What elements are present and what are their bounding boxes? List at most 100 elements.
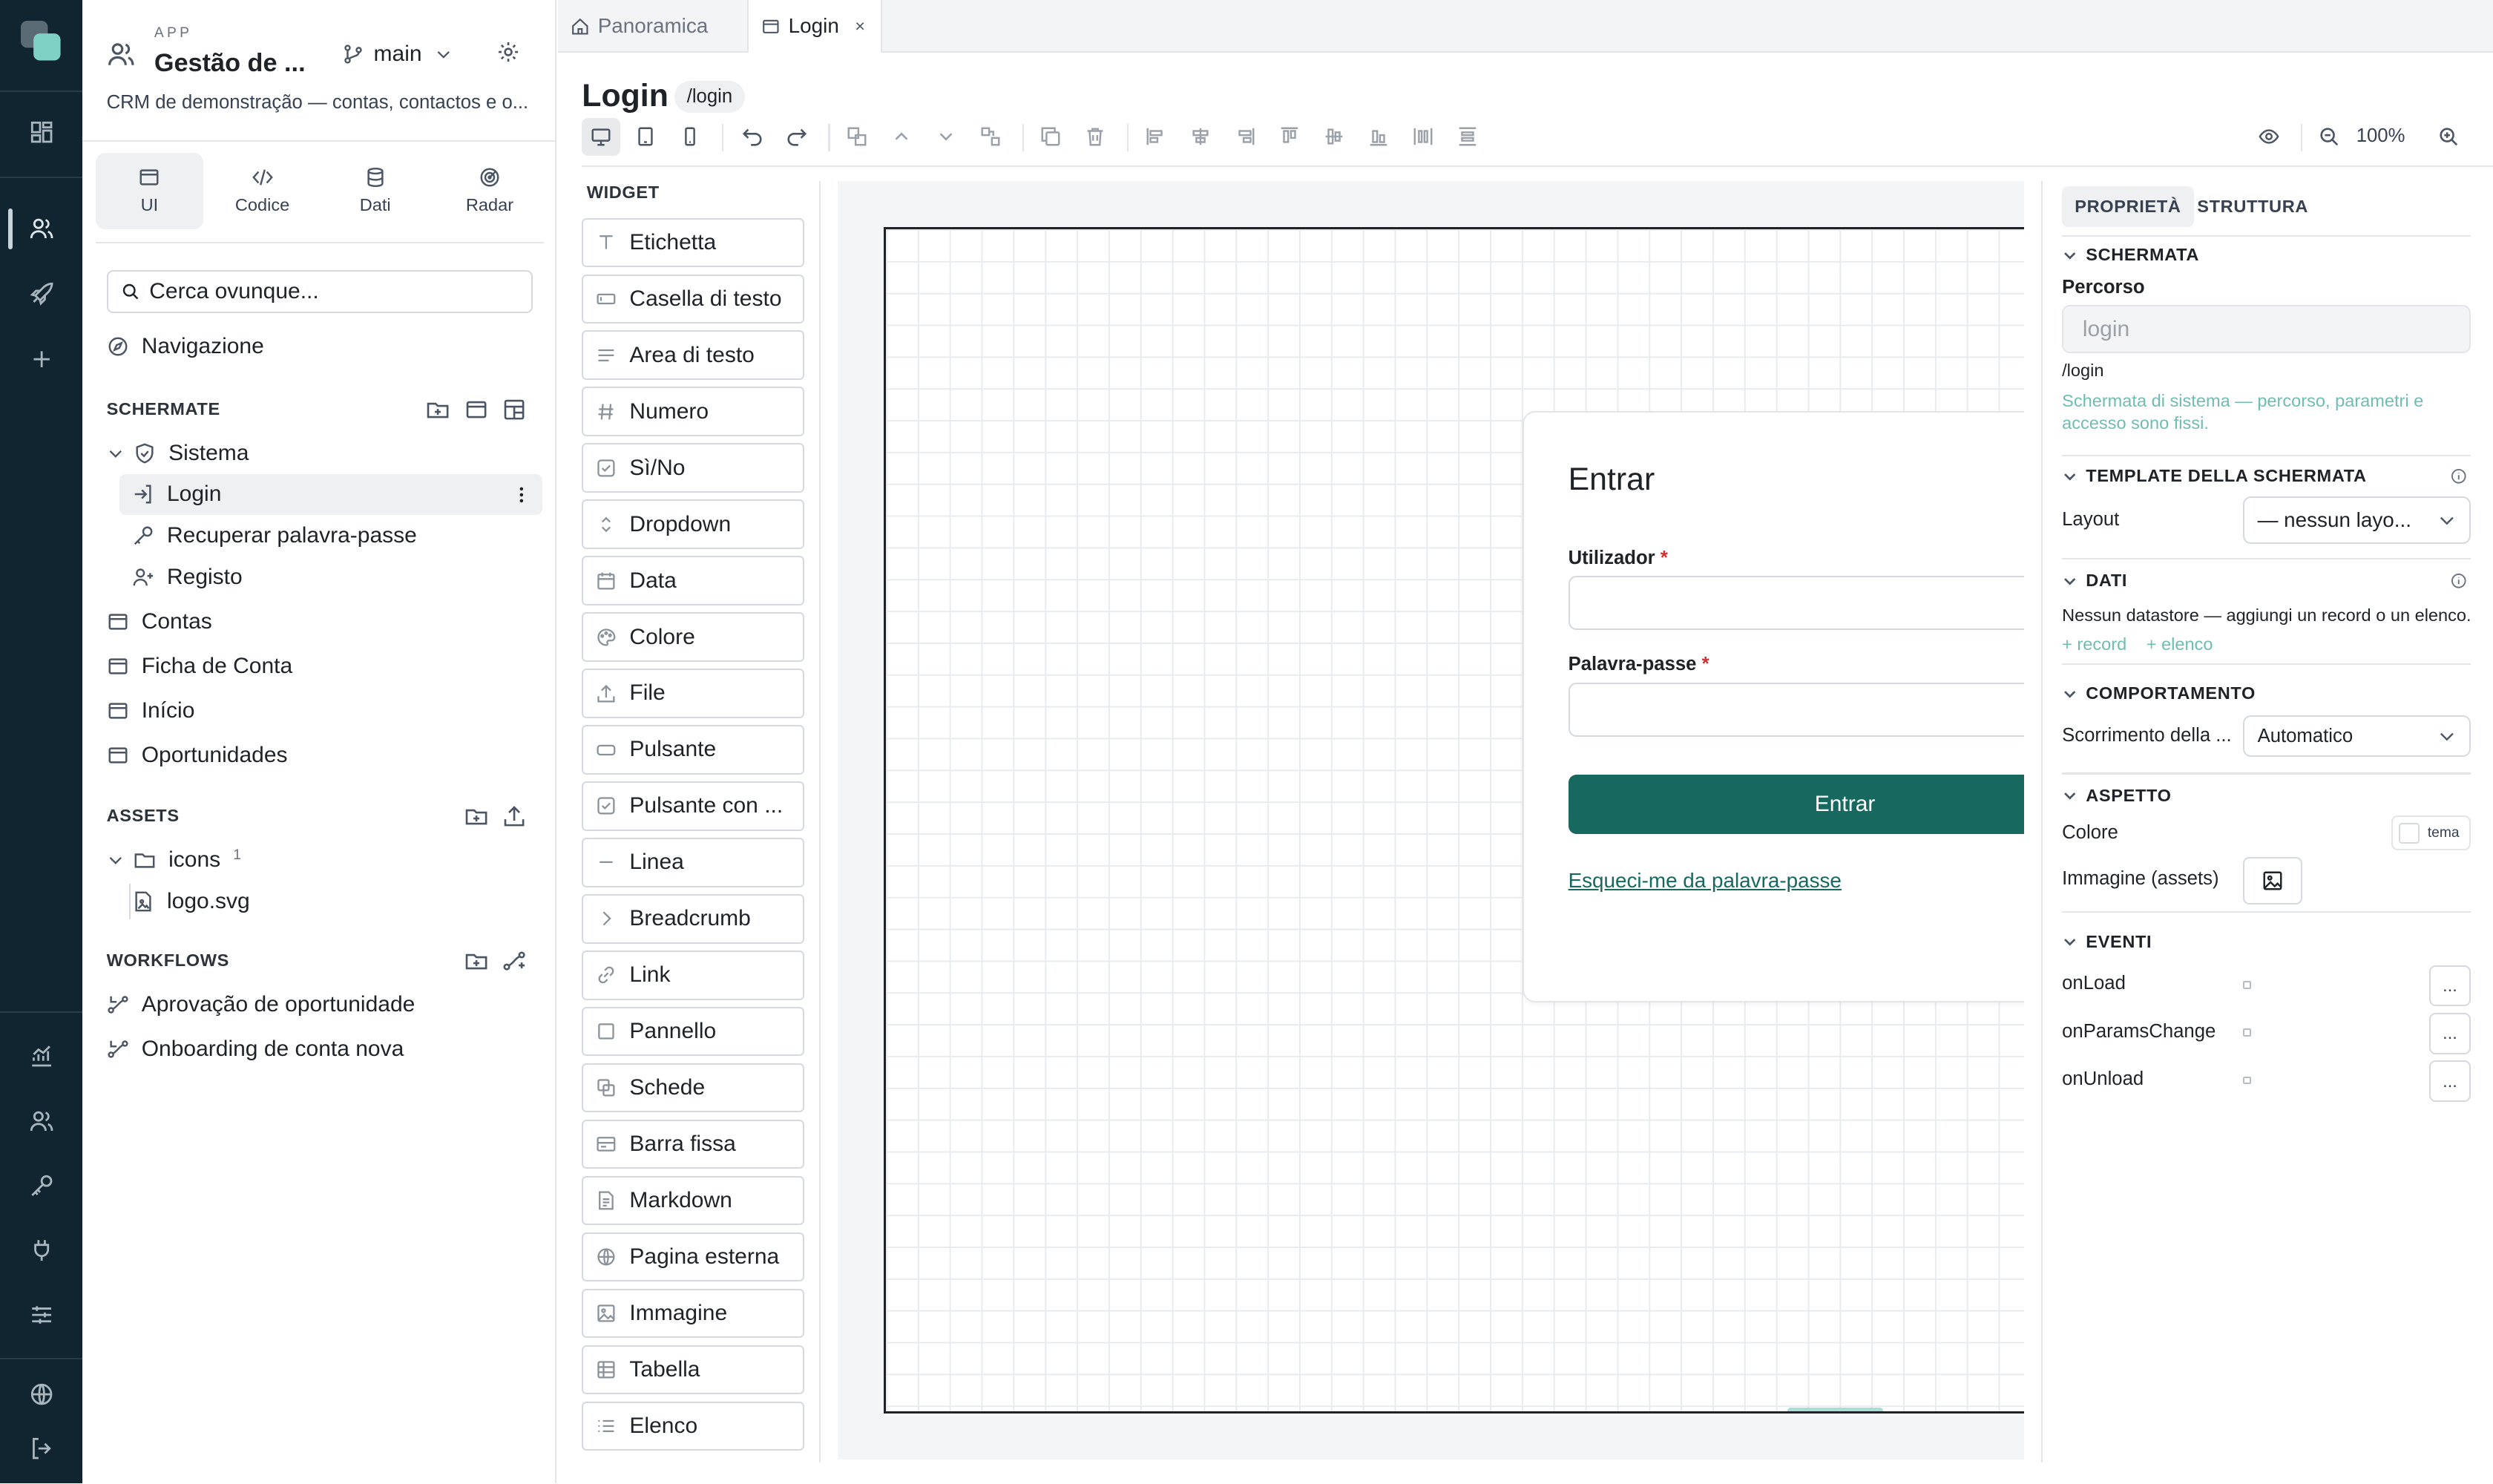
widget-item[interactable]: Pagina esterna [582,1232,805,1282]
widget-item[interactable]: Barra fissa [582,1119,805,1169]
widget-item[interactable]: Link [582,951,805,1000]
ungroup-icon[interactable] [971,118,1009,156]
widget-item[interactable]: Data [582,556,805,605]
add-record-link[interactable]: + record [2062,634,2126,654]
globe-icon[interactable] [19,1372,64,1416]
align-middle-icon[interactable] [1315,118,1353,156]
desktop-view-icon[interactable] [582,117,620,156]
navigation-item[interactable]: Navigazione [107,326,264,367]
zoom-out-icon[interactable] [2310,118,2348,156]
preview-eye-icon[interactable] [2250,118,2287,156]
key-icon[interactable] [19,1164,64,1209]
widget-item[interactable]: File [582,669,805,718]
widget-item[interactable]: Breadcrumb [582,894,805,944]
mode-radar[interactable]: Radar [436,153,544,229]
plug-icon[interactable] [19,1227,64,1272]
tab-panoramica[interactable]: Panoramica [558,0,746,53]
widget-item[interactable]: Numero [582,387,805,436]
team-icon[interactable] [19,1099,64,1143]
widget-item[interactable]: Tabella [582,1345,805,1395]
layout-select[interactable]: — nessun layo... [2243,496,2471,544]
password-input[interactable] [1568,682,2024,737]
widget-item[interactable]: Pulsante con ... [582,781,805,831]
widget-item[interactable]: Area di testo [582,330,805,380]
logout-icon[interactable] [19,1426,64,1471]
tree-item-login[interactable]: Login [132,474,221,516]
tree-group-sistema[interactable]: Sistema [107,433,249,474]
widget-item[interactable]: Colore [582,612,805,662]
align-top-icon[interactable] [1270,118,1308,156]
widget-item[interactable]: Casella di testo [582,274,805,324]
mode-code[interactable]: Codice [208,153,317,229]
event-handler-button[interactable]: ... [2429,1060,2471,1102]
tab-structure[interactable]: STRUTTURA [2184,186,2321,228]
tablet-view-icon[interactable] [626,118,664,156]
workflow-add-icon[interactable] [502,949,526,973]
sliders-icon[interactable] [19,1293,64,1337]
trash-icon[interactable] [1077,118,1114,156]
search-box[interactable]: Cerca ovunque... [106,270,533,314]
distribute-vertical-icon[interactable] [1448,118,1486,156]
redo-icon[interactable] [778,118,815,156]
move-up-icon[interactable] [882,118,920,156]
mode-data[interactable]: Dati [321,153,430,229]
image-picker-button[interactable] [2243,856,2302,905]
tree-item-ficha-de-conta[interactable]: Ficha de Conta [107,646,292,687]
add-list-link[interactable]: + elenco [2147,634,2213,654]
section-template[interactable]: TEMPLATE DELLA SCHERMATA [2062,466,2367,486]
dashboard-icon[interactable] [19,110,64,154]
move-down-icon[interactable] [927,118,965,156]
section-look[interactable]: ASPETTO [2062,786,2171,806]
section-data[interactable]: DATI [2062,571,2127,591]
login-submit-button[interactable]: Entrar [1568,775,2024,834]
color-picker[interactable]: tema [2391,815,2471,851]
event-handler-button[interactable]: ... [2429,1012,2471,1054]
tree-item-register[interactable]: Registo [132,556,243,598]
plus-icon[interactable] [19,337,64,381]
tab-login[interactable]: Login × [747,0,883,53]
distribute-horizontal-icon[interactable] [1404,118,1442,156]
scroll-select[interactable]: Automatico [2243,715,2471,757]
widget-item[interactable]: Pannello [582,1007,805,1057]
copy-icon[interactable] [1032,118,1070,156]
close-icon[interactable]: × [855,16,865,36]
tree-folder-icons[interactable]: icons 1 [107,839,241,881]
widget-item[interactable]: Sì/No [582,443,805,493]
gear-icon[interactable] [496,40,520,64]
tree-item-oportunidades[interactable]: Oportunidades [107,735,288,776]
group-icon[interactable] [838,118,876,156]
tree-item-contas[interactable]: Contas [107,601,212,643]
align-left-icon[interactable] [1137,118,1175,156]
tree-item-recover-password[interactable]: Recuperar palavra-passe [132,515,417,556]
info-icon[interactable] [2450,572,2468,590]
new-folder-icon[interactable] [426,398,450,421]
forgot-password-link[interactable]: Esqueci-me da palavra-passe [1569,869,1842,893]
branch-selector[interactable]: main [342,40,453,69]
widget-item[interactable]: Dropdown [582,499,805,549]
upload-icon[interactable] [502,804,526,828]
event-handler-button[interactable]: ... [2429,965,2471,1007]
tree-file-logo[interactable]: logo.svg [132,881,250,922]
tab-properties[interactable]: PROPRIETÀ [2062,186,2194,228]
resize-handle[interactable] [1787,1408,1883,1411]
widget-item[interactable]: Immagine [582,1288,805,1339]
mode-ui[interactable]: UI [95,152,204,229]
widget-item[interactable]: Etichetta [582,217,805,267]
layout-template-icon[interactable] [502,398,526,421]
section-behavior[interactable]: COMPORTAMENTO [2062,683,2256,703]
new-folder-icon[interactable] [464,804,488,828]
login-card[interactable]: Entrar Utilizador * Palavra-passe * Entr… [1522,410,2024,1002]
workflow-item[interactable]: Aprovação de oportunidade [107,984,415,1025]
more-vertical-icon[interactable] [512,485,531,505]
undo-icon[interactable] [733,118,771,156]
widget-item[interactable]: Elenco [582,1401,805,1451]
zoom-in-icon[interactable] [2429,118,2467,156]
mobile-view-icon[interactable] [671,118,709,156]
section-screen[interactable]: SCHERMATA [2062,245,2199,265]
users-icon[interactable] [19,207,64,252]
info-icon[interactable] [2450,467,2468,485]
widget-item[interactable]: Pulsante [582,725,805,775]
widget-item[interactable]: Schede [582,1063,805,1113]
align-right-icon[interactable] [1226,118,1264,156]
new-screen-icon[interactable] [464,398,488,421]
